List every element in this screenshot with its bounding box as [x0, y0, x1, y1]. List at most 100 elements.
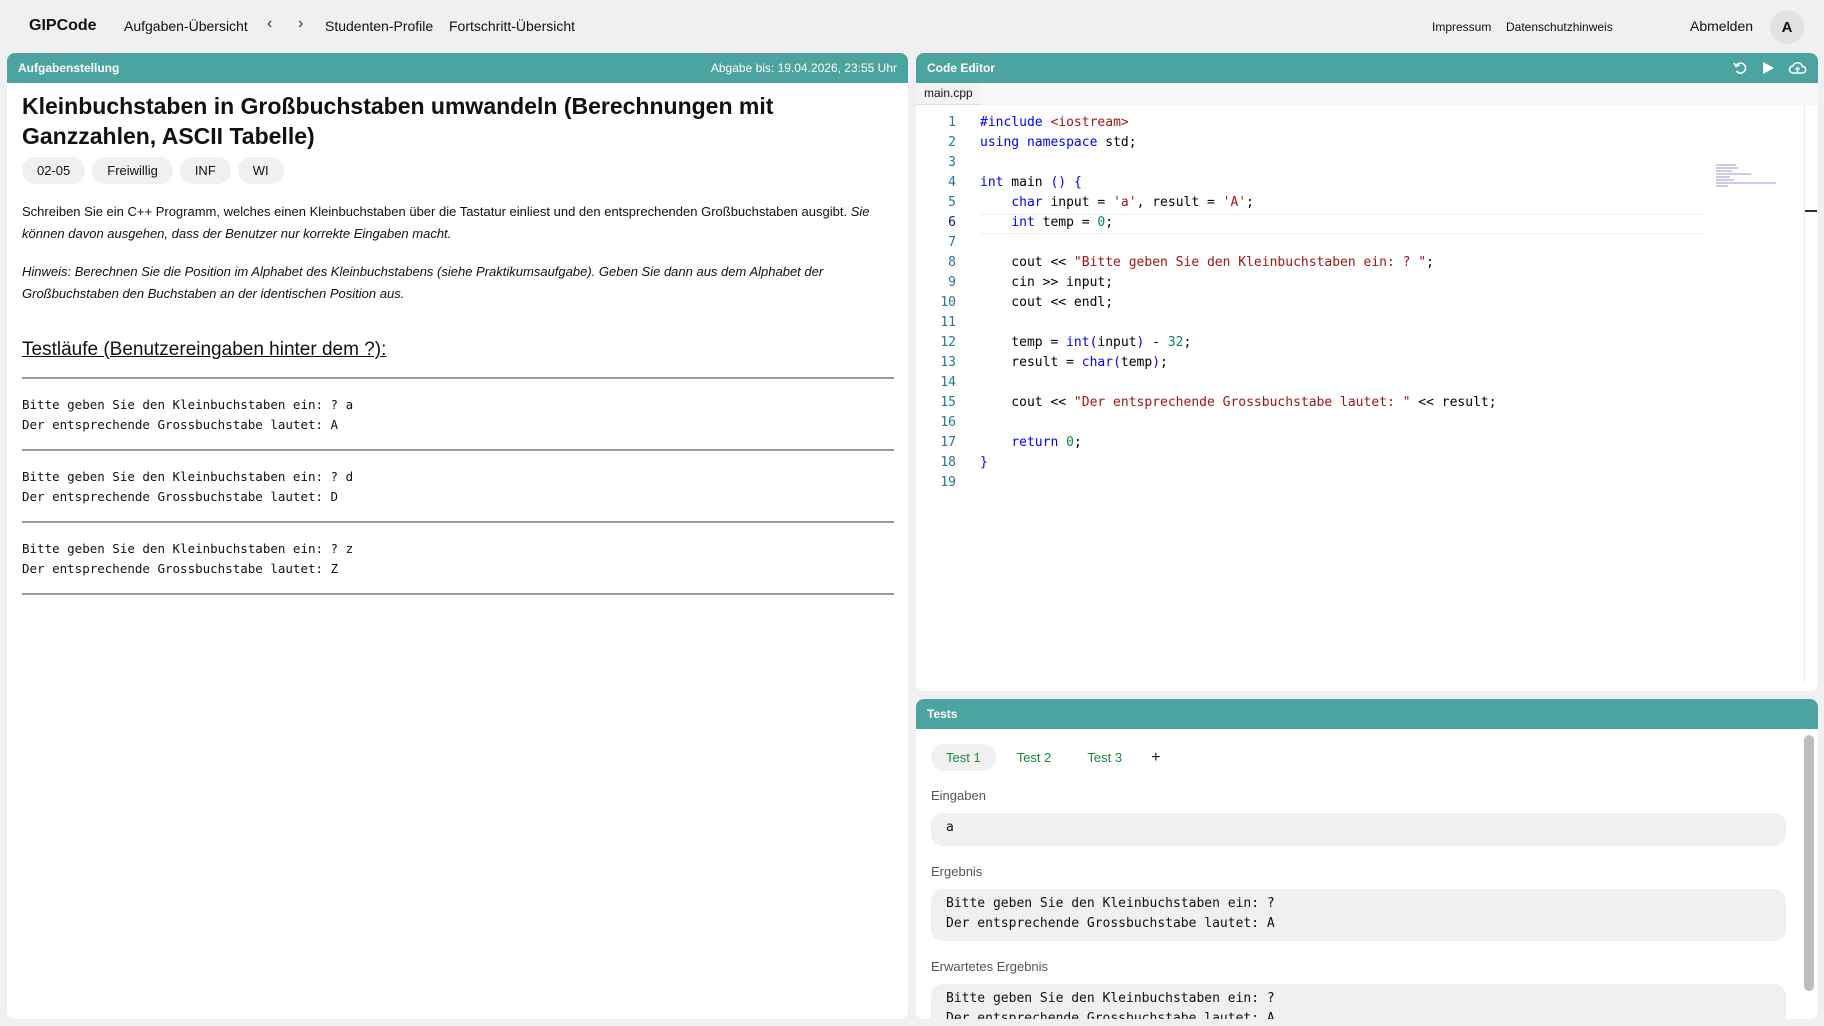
back-arrow-icon[interactable]: ‹ [267, 15, 272, 33]
test-runs: Bitte geben Sie den Kleinbuchstaben ein:… [22, 377, 894, 595]
code-line[interactable]: 10 cout << endl; [916, 293, 1716, 313]
tests-panel: Tests Test 1 Test 2 Test 3 + Eingaben a … [916, 699, 1818, 1019]
nav-link-studenten-profile[interactable]: Studenten-Profile [325, 18, 433, 34]
line-number: 9 [948, 275, 956, 290]
code-text: result = char(temp); [980, 355, 1168, 370]
code-line[interactable]: 14 [916, 373, 1716, 393]
test-expected-output: Bitte geben Sie den Kleinbuchstaben ein:… [931, 984, 1786, 1019]
tag-chip: WI [237, 157, 284, 184]
line-number: 15 [940, 395, 956, 410]
file-tab-bar [916, 83, 1818, 105]
code-editor-title: Code Editor [927, 61, 995, 75]
test-run-block: Bitte geben Sie den Kleinbuchstaben ein:… [22, 377, 894, 449]
code-line[interactable]: 13 result = char(temp); [916, 353, 1716, 373]
tag-chip: INF [179, 157, 231, 184]
code-editor-header: Code Editor [916, 53, 1818, 83]
code-text: int temp = 0; [1011, 215, 1114, 230]
add-test-button[interactable]: + [1143, 745, 1168, 771]
code-line[interactable]: 1 #include <iostream> [916, 113, 1716, 133]
nav-link-datenschutzhinweis[interactable]: Datenschutzhinweis [1506, 20, 1613, 34]
tab-test-3[interactable]: Test 3 [1072, 744, 1137, 771]
line-number: 4 [948, 175, 956, 190]
line-number: 18 [940, 455, 956, 470]
code-line[interactable]: 15 cout << "Der entsprechende Grossbuchs… [916, 393, 1716, 413]
upload-cloud-icon[interactable] [1788, 60, 1807, 76]
task-description-text: Schreiben Sie ein C++ Programm, welches … [22, 204, 848, 219]
line-number: 14 [940, 375, 956, 390]
code-line[interactable]: 7 [916, 233, 1716, 253]
code-text: cout << "Der entsprechende Grossbuchstab… [980, 395, 1497, 410]
code-text: cin >> input; [980, 275, 1114, 290]
brand-logo[interactable]: GIPCode [29, 17, 97, 35]
tab-test-2[interactable]: Test 2 [1002, 744, 1067, 771]
tests-scrollbar[interactable] [1804, 735, 1814, 991]
forward-arrow-icon[interactable]: › [298, 15, 303, 33]
task-panel-header: Aufgabenstellung Abgabe bis: 19.04.2026,… [7, 53, 908, 83]
test-tabs: Test 1 Test 2 Test 3 + [931, 744, 1168, 771]
line-number: 1 [948, 115, 956, 130]
code-text: using namespace std; [980, 135, 1137, 150]
test-input-field[interactable]: a [931, 813, 1786, 846]
line-number: 13 [940, 355, 956, 370]
code-line[interactable]: 3 [916, 153, 1716, 173]
code-text: cout << "Bitte geben Sie den Kleinbuchst… [980, 255, 1434, 270]
result-label: Ergebnis [931, 864, 983, 879]
code-text: char input = 'a', result = 'A'; [1011, 195, 1254, 210]
code-line[interactable]: 12 temp = int(input) - 32; [916, 333, 1716, 353]
top-navigation: GIPCode Aufgaben-Übersicht ‹ › Studenten… [0, 0, 1824, 52]
nav-link-aufgaben-uebersicht[interactable]: Aufgaben-Übersicht [124, 18, 248, 34]
nav-link-impressum[interactable]: Impressum [1432, 20, 1491, 34]
input-label: Eingaben [931, 788, 986, 803]
editor-scrollbar[interactable] [1804, 103, 1805, 683]
task-description: Schreiben Sie ein C++ Programm, welches … [22, 201, 892, 245]
code-line[interactable]: 9 cin >> input; [916, 273, 1716, 293]
line-number: 3 [948, 155, 956, 170]
code-area[interactable]: 1 #include <iostream> 2 using namespace std… [916, 113, 1818, 683]
undo-icon[interactable] [1732, 60, 1748, 76]
code-line[interactable]: 17 return 0; [916, 433, 1716, 453]
avatar[interactable]: A [1770, 10, 1804, 44]
tests-title: Tests [927, 707, 958, 721]
code-minimap[interactable] [1716, 163, 1796, 203]
test-runs-heading: Testläufe (Benutzereingaben hinter dem ?… [22, 339, 387, 360]
code-text: temp = int(input) - 32; [980, 335, 1192, 350]
code-line[interactable]: 4 int main () { [916, 173, 1716, 193]
code-text: int main () { [980, 175, 1082, 190]
line-number: 19 [940, 475, 956, 490]
code-line[interactable]: 19 [916, 473, 1716, 493]
tag-chip: 02-05 [22, 157, 86, 184]
code-line[interactable]: 18} [916, 453, 1716, 473]
code-line[interactable]: 11 [916, 313, 1716, 333]
line-number: 5 [948, 195, 956, 210]
code-line[interactable]: 6 int temp = 0; [916, 213, 1716, 233]
tag-chip: Freiwillig [92, 157, 173, 184]
task-title: Kleinbuchstaben in Großbuchstaben umwand… [22, 93, 774, 149]
line-number: 11 [940, 315, 956, 330]
editor-scroll-marker [1805, 210, 1817, 212]
line-number: 7 [948, 235, 956, 250]
code-text: cout << endl; [980, 295, 1114, 310]
code-line[interactable]: 2 using namespace std; [916, 133, 1716, 153]
run-icon[interactable] [1760, 60, 1776, 76]
nav-link-fortschritt-uebersicht[interactable]: Fortschritt-Übersicht [449, 18, 575, 34]
line-number: 8 [948, 255, 956, 270]
divider [22, 593, 894, 595]
line-number: 6 [948, 215, 956, 230]
tab-test-1[interactable]: Test 1 [931, 744, 996, 771]
code-line[interactable]: 5 char input = 'a', result = 'A'; [916, 193, 1716, 213]
line-number: 10 [940, 295, 956, 310]
tests-header: Tests [916, 699, 1818, 729]
code-editor-panel: Code Editor main.cpp 1 #include <iostream… [916, 53, 1818, 691]
task-panel: Aufgabenstellung Abgabe bis: 19.04.2026,… [7, 53, 908, 1019]
code-line[interactable]: 8 cout << "Bitte geben Sie den Kleinbuch… [916, 253, 1716, 273]
editor-toolbar [1732, 60, 1807, 76]
code-line[interactable]: 16 [916, 413, 1716, 433]
test-run-block: Bitte geben Sie den Kleinbuchstaben ein:… [22, 521, 894, 593]
line-number: 16 [940, 415, 956, 430]
file-tab-main-cpp[interactable]: main.cpp [916, 83, 981, 105]
code-text: } [980, 455, 988, 470]
task-panel-title: Aufgabenstellung [18, 61, 120, 75]
test-result-output: Bitte geben Sie den Kleinbuchstaben ein:… [931, 889, 1786, 941]
logout-button[interactable]: Abmelden [1690, 18, 1753, 34]
line-number: 2 [948, 135, 956, 150]
